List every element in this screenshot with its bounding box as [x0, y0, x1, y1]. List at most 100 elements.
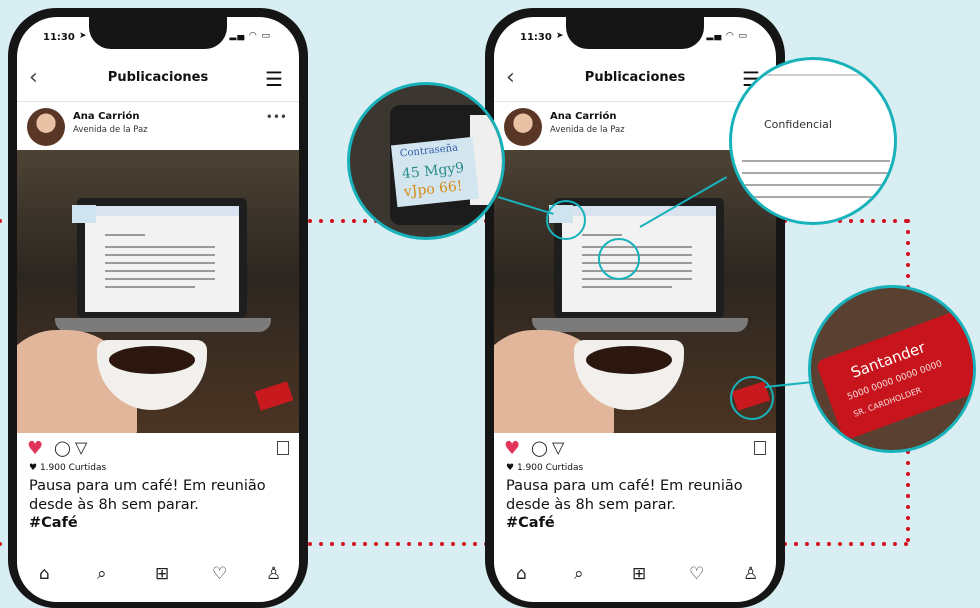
- bookmark-icon[interactable]: [277, 441, 289, 455]
- red-dot: [893, 542, 897, 546]
- doc-line: [105, 286, 195, 288]
- red-dot: [838, 542, 842, 546]
- red-dot: [893, 219, 897, 223]
- red-dot: [473, 542, 477, 546]
- red-dot: [906, 461, 910, 465]
- red-dot: [860, 219, 864, 223]
- post-caption: Pausa para um café! Em reunião desde às …: [506, 478, 743, 513]
- red-dot: [906, 527, 910, 531]
- red-dot: [882, 219, 886, 223]
- page-title: Publicaciones: [584, 70, 686, 85]
- post-hashtag[interactable]: #Café: [506, 515, 555, 531]
- comment-icon[interactable]: ◯: [54, 439, 71, 457]
- likes-count: ♥ 1.900 Curtidas: [29, 463, 107, 473]
- red-dot: [882, 542, 886, 546]
- add-post-icon[interactable]: ⊞: [155, 564, 169, 584]
- red-dot: [906, 472, 910, 476]
- red-dot: [849, 219, 853, 223]
- doc-text-line: [742, 196, 872, 198]
- add-post-icon[interactable]: ⊞: [632, 564, 646, 584]
- doc-line: [105, 246, 215, 248]
- post-photo[interactable]: [494, 150, 776, 433]
- heart-icon[interactable]: ♡: [212, 564, 227, 584]
- post-photo[interactable]: [17, 150, 299, 433]
- page-title: Publicaciones: [107, 70, 209, 85]
- credit-card: Santander 5000 0000 0000 0000 SR. CARDHO…: [815, 307, 973, 441]
- signal-wifi-battery-icons: ▂▄ ◠ ▭: [706, 31, 748, 41]
- heart-filled-icon[interactable]: ♥: [27, 438, 43, 459]
- doc-line: [582, 270, 692, 272]
- user-location[interactable]: Avenida de la Paz: [73, 125, 148, 135]
- avatar[interactable]: [504, 108, 542, 146]
- user-location[interactable]: Avenida de la Paz: [550, 125, 625, 135]
- post-actions: ♥ ◯ ▽: [17, 437, 299, 459]
- heart-filled-icon[interactable]: ♥: [504, 438, 520, 459]
- app-header: ‹ Publicaciones ☰: [17, 57, 299, 102]
- phone-notch: [566, 17, 704, 49]
- laptop-base-image: [532, 318, 748, 332]
- send-icon[interactable]: ▽: [75, 438, 87, 457]
- red-dot: [363, 542, 367, 546]
- red-dot: [451, 542, 455, 546]
- red-dot: [906, 219, 910, 223]
- post-caption: Pausa para um café! Em reunião desde às …: [29, 478, 266, 513]
- likes-count: ♥ 1.900 Curtidas: [506, 463, 584, 473]
- home-icon[interactable]: ⌂: [516, 564, 527, 584]
- coffee-image: [586, 346, 672, 374]
- doc-line: [105, 270, 215, 272]
- red-dot: [906, 505, 910, 509]
- home-icon[interactable]: ⌂: [39, 564, 50, 584]
- zoom-credit-card: Santander 5000 0000 0000 0000 SR. CARDHO…: [808, 285, 976, 453]
- red-dot: [816, 542, 820, 546]
- likes-text: 1.900 Curtidas: [516, 463, 584, 473]
- profile-icon[interactable]: ♙: [743, 564, 758, 584]
- user-name[interactable]: Ana Carrión: [550, 111, 616, 122]
- red-dot: [805, 542, 809, 546]
- highlight-document: [598, 238, 640, 280]
- red-dot: [352, 219, 356, 223]
- navigation-arrow-icon: ➤: [556, 31, 564, 41]
- send-icon[interactable]: ▽: [552, 438, 564, 457]
- red-dot: [352, 542, 356, 546]
- post-hashtag[interactable]: #Café: [29, 515, 78, 531]
- sticky-note: Contraseña 45 Mgy9 vJpo 66!: [390, 136, 480, 208]
- red-dot: [871, 542, 875, 546]
- comment-icon[interactable]: ◯: [531, 439, 548, 457]
- navigation-arrow-icon: ➤: [79, 31, 87, 41]
- user-name[interactable]: Ana Carrión: [73, 111, 139, 122]
- red-dot: [330, 542, 334, 546]
- sticky-note-image: [72, 205, 96, 223]
- red-dot: [860, 542, 864, 546]
- profile-icon[interactable]: ♙: [266, 564, 281, 584]
- avatar[interactable]: [27, 108, 65, 146]
- red-dot: [906, 263, 910, 267]
- search-icon[interactable]: ⌕: [574, 564, 584, 584]
- doc-text-line: [742, 172, 890, 174]
- doc-text-line: [742, 160, 890, 162]
- hamburger-menu-icon[interactable]: ☰: [265, 67, 283, 91]
- red-dot: [341, 219, 345, 223]
- likes-text: 1.900 Curtidas: [39, 463, 107, 473]
- doc-line: [105, 278, 215, 280]
- password-line-2: vJpo 66!: [403, 178, 464, 201]
- red-dot: [906, 483, 910, 487]
- red-dot: [906, 274, 910, 278]
- red-dot: [407, 542, 411, 546]
- doc-line: [105, 262, 215, 264]
- red-dot: [827, 542, 831, 546]
- red-dot: [341, 542, 345, 546]
- red-dot: [0, 219, 2, 223]
- phone-notch: [89, 17, 227, 49]
- red-dot: [396, 542, 400, 546]
- phone-screen: 11:30 ➤ ▂▄ ◠ ▭ ‹ Publicaciones ☰ Ana Car…: [494, 17, 776, 602]
- red-dot: [418, 542, 422, 546]
- post-header: Ana Carrión Avenida de la Paz •••: [17, 104, 299, 150]
- more-dots-icon[interactable]: •••: [266, 110, 287, 124]
- heart-icon[interactable]: ♡: [689, 564, 704, 584]
- doc-line: [105, 234, 145, 236]
- search-icon[interactable]: ⌕: [97, 564, 107, 584]
- bookmark-icon[interactable]: [754, 441, 766, 455]
- phone-screen: 11:30 ➤ ▂▄ ◠ ▭ ‹ Publicaciones ☰ Ana Car…: [17, 17, 299, 602]
- zoom-confidential-document: Confidencial: [729, 57, 897, 225]
- signal-wifi-battery-icons: ▂▄ ◠ ▭: [229, 31, 271, 41]
